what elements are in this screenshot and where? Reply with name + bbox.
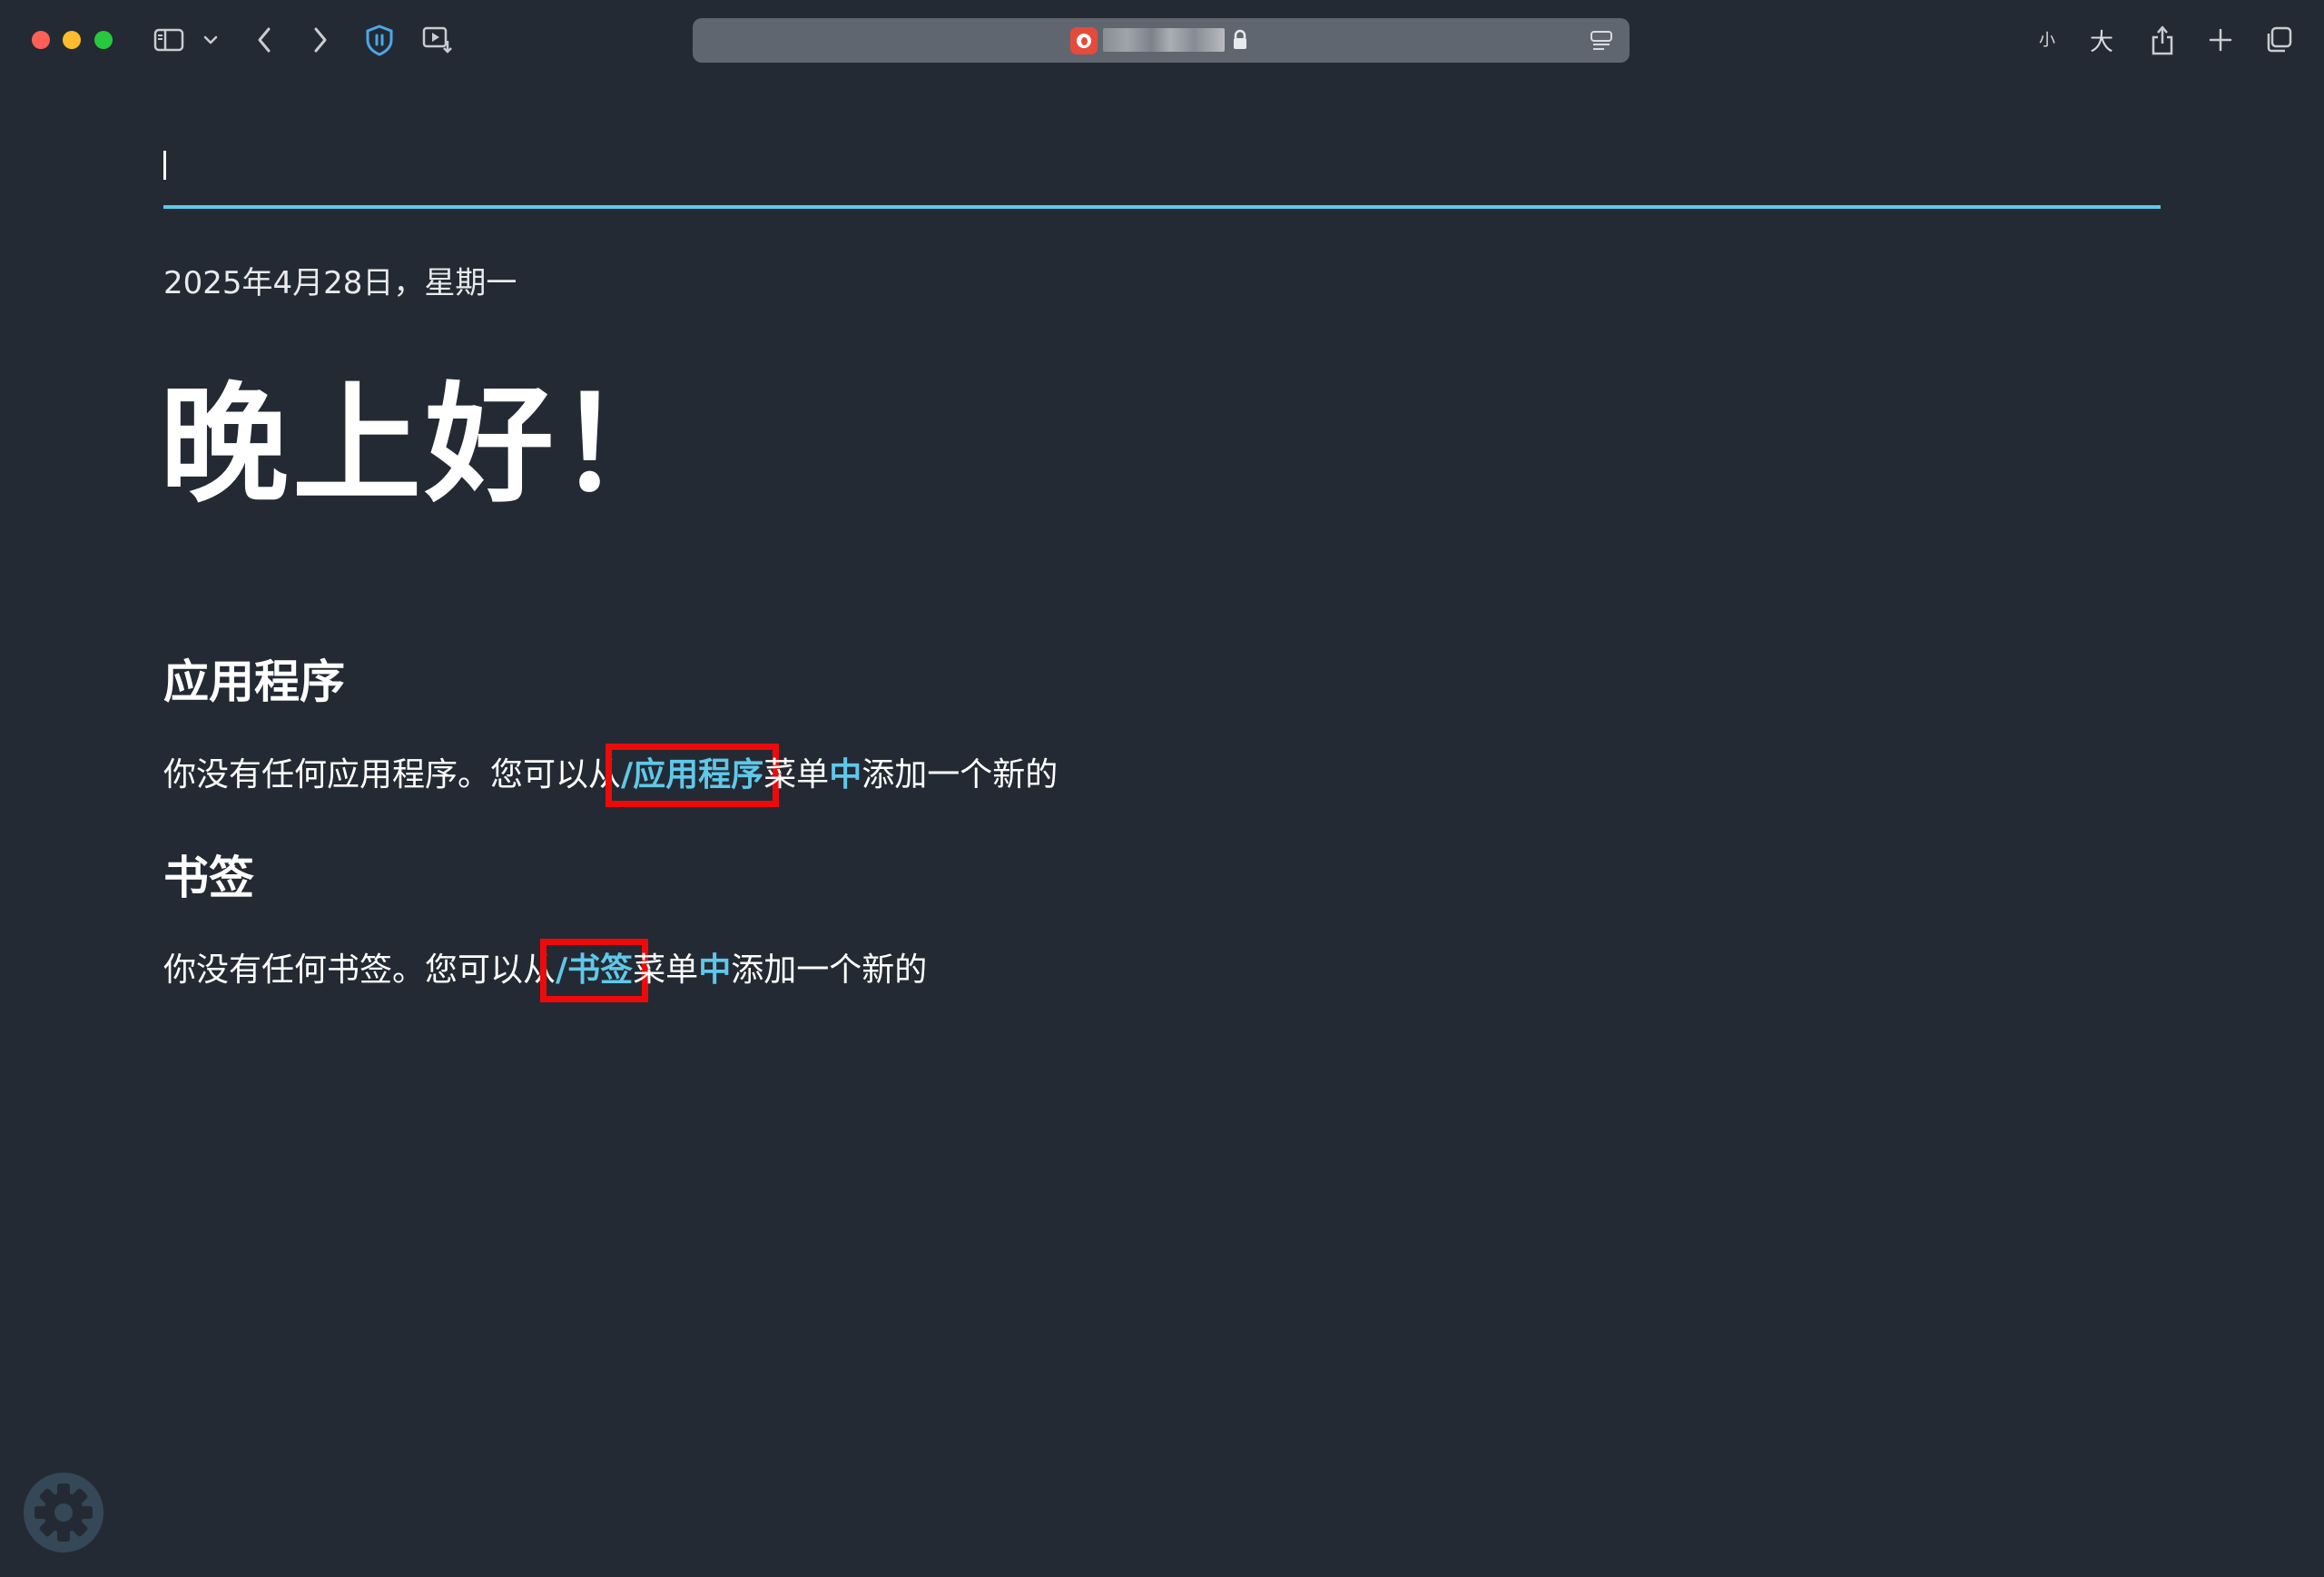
apps-section-title: 应用程序: [163, 655, 345, 708]
apps-text-menu: 菜单: [763, 756, 830, 793]
tabs-overview-icon[interactable]: [2262, 22, 2295, 58]
search-input[interactable]: [169, 145, 2161, 198]
reader-icon[interactable]: [1590, 30, 1613, 55]
apps-text-after: 添加一个新的: [862, 756, 1059, 793]
date-text: 2025年4月28日，星期一: [163, 265, 517, 301]
close-window-button[interactable]: [32, 31, 50, 49]
lock-icon: [1232, 29, 1248, 54]
forward-icon[interactable]: [309, 22, 332, 58]
greeting-heading: 晚上好！: [160, 370, 690, 520]
back-icon[interactable]: [252, 22, 276, 58]
minimize-window-button[interactable]: [63, 31, 81, 49]
gear-icon[interactable]: [22, 1471, 105, 1554]
zoom-window-button[interactable]: [94, 31, 113, 49]
media-download-icon[interactable]: [419, 22, 456, 58]
address-text: [1103, 28, 1225, 52]
text-size-large-button[interactable]: 大: [2090, 24, 2113, 57]
share-icon[interactable]: [2146, 22, 2179, 58]
bookmarks-empty-message: 你没有任何书签。您可以从/书签菜单中添加一个新的: [163, 939, 928, 1002]
search-underline: [163, 205, 2161, 209]
bookmarks-text-in: 中: [698, 951, 732, 989]
address-bar[interactable]: [693, 18, 1630, 63]
plus-icon[interactable]: [2204, 22, 2237, 58]
bookmarks-text-menu: 菜单: [633, 951, 699, 989]
bookmarks-text-before: 你没有任何书签。您可以从: [163, 951, 556, 989]
apps-text-in: 中: [829, 756, 862, 793]
site-favicon: [1070, 27, 1098, 54]
apps-empty-message: 你没有任何应用程序。您可以从/应用程序菜单中添加一个新的: [163, 744, 1059, 807]
browser-window: 小 大 2025年4月28日，星期一 晚上好！ 应用程序 你没有任何应用程序。您…: [0, 0, 2324, 1577]
bookmarks-section-title: 书签: [163, 852, 254, 904]
sidebar-icon[interactable]: [151, 22, 187, 58]
text-cursor: [163, 151, 166, 180]
browser-toolbar: 小 大: [0, 0, 2324, 80]
bookmarks-text-after: 添加一个新的: [731, 951, 928, 989]
apps-text-before: 你没有任何应用程序。您可以从: [163, 756, 622, 793]
bookmarks-menu-link[interactable]: /书签: [539, 939, 649, 1002]
shield-icon[interactable]: [361, 22, 398, 58]
chevron-down-icon[interactable]: [202, 22, 220, 58]
text-size-small-button[interactable]: 小: [2039, 27, 2055, 51]
apps-menu-link[interactable]: /应用程序: [605, 744, 780, 807]
